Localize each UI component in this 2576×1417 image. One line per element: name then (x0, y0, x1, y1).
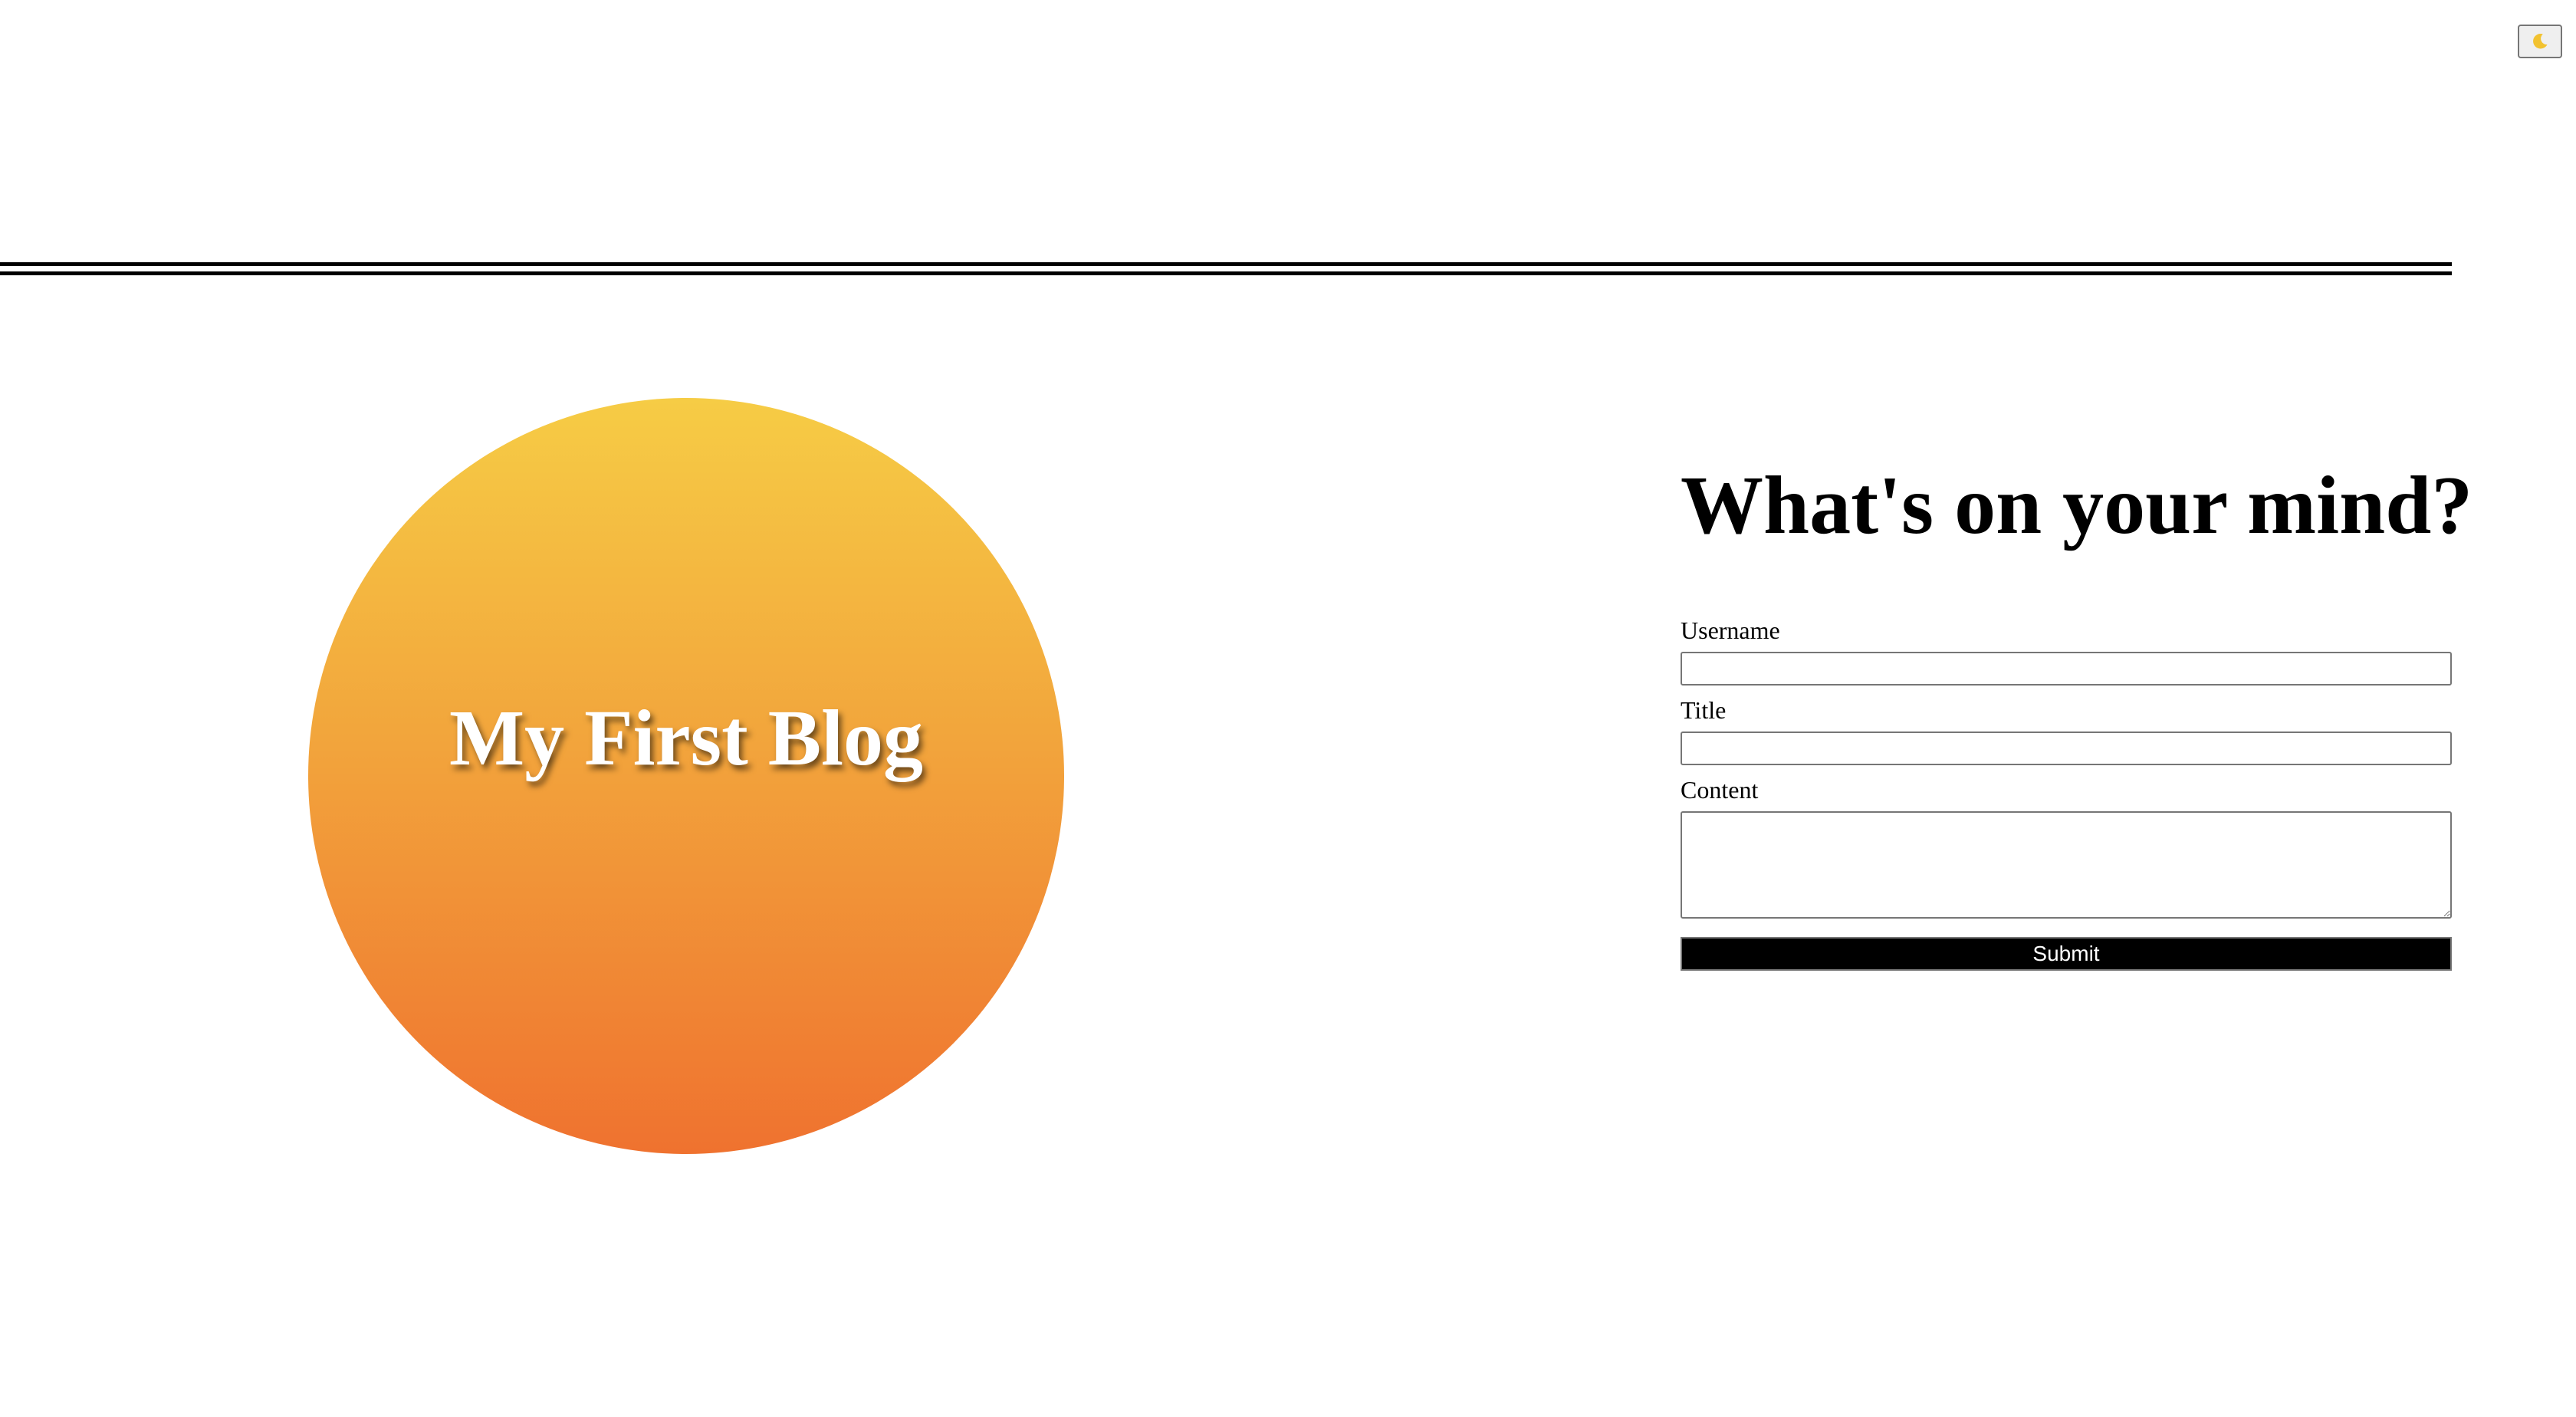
content-label: Content (1681, 776, 1759, 804)
post-form: What's on your mind? Username Title Cont… (1681, 460, 2473, 971)
username-input[interactable] (1681, 652, 2452, 685)
theme-toggle-button[interactable] (2518, 25, 2562, 58)
blog-title: My First Blog (449, 694, 924, 782)
moon-icon (2533, 34, 2548, 49)
title-label: Title (1681, 696, 1727, 724)
title-input[interactable] (1681, 732, 2452, 765)
content-textarea[interactable] (1681, 811, 2452, 919)
hero-circle: My First Blog (308, 398, 1064, 1154)
submit-button[interactable]: Submit (1681, 937, 2452, 971)
header-divider (0, 262, 2452, 275)
username-label: Username (1681, 616, 1780, 644)
blog-page: My First Blog What's on your mind? Usern… (0, 0, 2576, 1417)
form-heading: What's on your mind? (1681, 460, 2473, 551)
